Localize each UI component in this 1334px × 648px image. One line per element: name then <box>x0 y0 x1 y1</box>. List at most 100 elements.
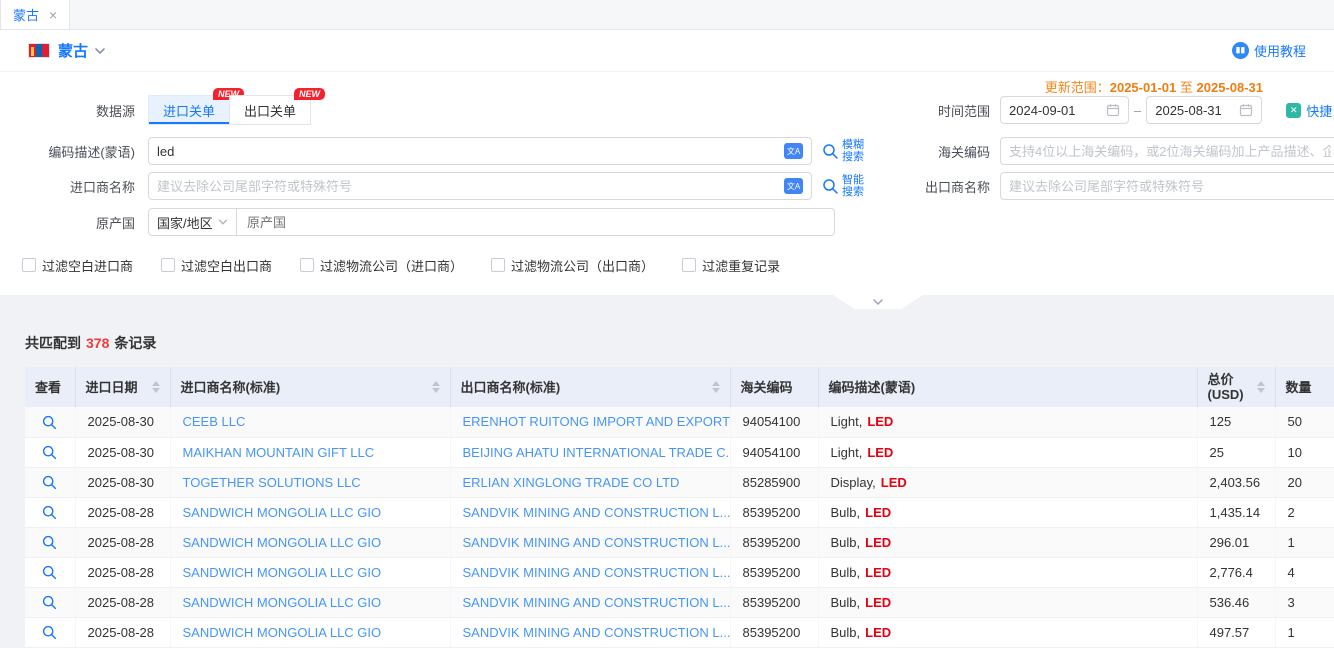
cell-exporter-link[interactable]: SANDVIK MINING AND CONSTRUCTION L... <box>463 565 731 580</box>
checkbox-icon[interactable] <box>491 258 505 272</box>
column-header-2[interactable]: 进口商名称(标准) <box>170 367 450 407</box>
end-date-input[interactable]: 2025-08-31 <box>1146 96 1262 124</box>
view-record-button[interactable] <box>42 505 57 520</box>
table-row: 2025-08-28 SANDWICH MONGOLIA LLC GIO SAN… <box>25 617 1334 647</box>
end-date-value: 2025-08-31 <box>1155 103 1239 118</box>
close-icon[interactable]: × <box>49 8 57 22</box>
column-header-0[interactable]: 查看 <box>25 367 75 407</box>
column-label: 海关编码 <box>741 380 793 395</box>
desc-text: Light, <box>831 414 863 429</box>
table-row: 2025-08-28 SANDWICH MONGOLIA LLC GIO SAN… <box>25 587 1334 617</box>
desc-text: Light, <box>831 445 863 460</box>
cell-qty: 2 <box>1275 497 1334 527</box>
update-range-word: 至 <box>1180 80 1193 95</box>
cell-total: 536.46 <box>1197 587 1275 617</box>
data-source-tab-0[interactable]: 进口关单 NEW <box>148 95 230 125</box>
cell-importer-link[interactable]: SANDWICH MONGOLIA LLC GIO <box>183 505 382 520</box>
cell-qty: 50 <box>1275 407 1334 437</box>
column-header-6[interactable]: 总价 (USD) <box>1197 367 1275 407</box>
view-record-button[interactable] <box>42 415 57 430</box>
desc-text: Bulb, <box>831 535 861 550</box>
desc-text: Bulb, <box>831 595 861 610</box>
checkbox-icon[interactable] <box>22 258 36 272</box>
data-source-tab-label: 进口关单 <box>163 101 215 120</box>
update-range-from: 2025-01-01 <box>1110 80 1177 95</box>
view-record-button[interactable] <box>42 535 57 550</box>
column-header-4[interactable]: 海关编码 <box>730 367 818 407</box>
filter-checkbox-0[interactable]: 过滤空白进口商 <box>22 256 133 275</box>
quick-select-button[interactable]: ✕ 快捷 <box>1286 101 1332 120</box>
cell-description: Bulb,LED <box>818 587 1197 617</box>
data-source-tabs: 进口关单 NEW 出口关单 NEW <box>148 95 311 125</box>
quick-select-label: 快捷 <box>1306 101 1332 120</box>
start-date-input[interactable]: 2024-09-01 <box>1000 96 1129 124</box>
cell-importer-link[interactable]: MAIKHAN MOUNTAIN GIFT LLC <box>183 445 375 460</box>
table-row: 2025-08-28 SANDWICH MONGOLIA LLC GIO SAN… <box>25 497 1334 527</box>
checkbox-label: 过滤空白进口商 <box>42 256 133 275</box>
translate-icon[interactable]: 文A <box>784 178 803 194</box>
table-row: 2025-08-30 MAIKHAN MOUNTAIN GIFT LLC BEI… <box>25 437 1334 467</box>
checkbox-icon[interactable] <box>300 258 314 272</box>
cell-importer-link[interactable]: SANDWICH MONGOLIA LLC GIO <box>183 535 382 550</box>
column-header-7[interactable]: 数量 <box>1275 367 1334 407</box>
filter-checkbox-2[interactable]: 过滤物流公司（进口商） <box>300 256 463 275</box>
data-source-tab-1[interactable]: 出口关单 NEW <box>229 95 311 125</box>
cell-exporter-link[interactable]: BEIJING AHATU INTERNATIONAL TRADE C... <box>463 445 731 460</box>
cell-exporter-link[interactable]: SANDVIK MINING AND CONSTRUCTION L... <box>463 595 731 610</box>
cell-exporter-link[interactable]: ERENHOT RUITONG IMPORT AND EXPORT ... <box>463 414 731 429</box>
checkbox-icon[interactable] <box>161 258 175 272</box>
cell-importer-link[interactable]: TOGETHER SOLUTIONS LLC <box>183 475 361 490</box>
filter-row-code-desc: 编码描述(蒙语) 文A 模糊搜索 海关编码 <box>0 136 1334 166</box>
column-header-1[interactable]: 进口日期 <box>75 367 170 407</box>
column-header-3[interactable]: 出口商名称(标准) <box>450 367 730 407</box>
chevron-down-icon[interactable] <box>94 45 106 57</box>
importer-input[interactable] <box>157 179 784 194</box>
filter-checkbox-4[interactable]: 过滤重复记录 <box>682 256 780 275</box>
exporter-input[interactable] <box>1009 179 1331 194</box>
origin-label: 原产国 <box>0 213 135 232</box>
view-record-button[interactable] <box>42 445 57 460</box>
desc-highlight: LED <box>865 505 891 520</box>
checkbox-label: 过滤重复记录 <box>702 256 780 275</box>
country-selector[interactable]: 蒙古 <box>58 40 88 61</box>
origin-group: 国家/地区 <box>148 208 835 236</box>
sort-carets-icon[interactable] <box>152 381 160 393</box>
checkbox-icon[interactable] <box>682 258 696 272</box>
cell-exporter-link[interactable]: SANDVIK MINING AND CONSTRUCTION L... <box>463 625 731 640</box>
desc-highlight: LED <box>867 414 893 429</box>
column-header-5[interactable]: 编码描述(蒙语) <box>818 367 1197 407</box>
cell-exporter-link[interactable]: ERLIAN XINGLONG TRADE CO LTD <box>463 475 680 490</box>
view-record-button[interactable] <box>42 565 57 580</box>
desc-text: Display, <box>831 475 876 490</box>
translate-icon[interactable]: 文A <box>784 143 803 159</box>
cell-importer-link[interactable]: SANDWICH MONGOLIA LLC GIO <box>183 565 382 580</box>
tutorial-link[interactable]: 使用教程 <box>1232 41 1306 60</box>
origin-type-select[interactable]: 国家/地区 <box>148 208 237 236</box>
cell-importer-link[interactable]: SANDWICH MONGOLIA LLC GIO <box>183 595 382 610</box>
view-record-button[interactable] <box>42 625 57 640</box>
cell-importer-link[interactable]: SANDWICH MONGOLIA LLC GIO <box>183 625 382 640</box>
origin-input-wrap <box>237 208 835 236</box>
filter-checkbox-3[interactable]: 过滤物流公司（出口商） <box>491 256 654 275</box>
view-record-button[interactable] <box>42 475 57 490</box>
origin-input[interactable] <box>247 215 824 230</box>
data-source-tab-label: 出口关单 <box>244 101 296 120</box>
cell-qty: 3 <box>1275 587 1334 617</box>
document-tab-mongolia[interactable]: 蒙古 × <box>0 0 70 29</box>
view-record-button[interactable] <box>42 595 57 610</box>
magnifier-icon <box>42 445 57 460</box>
cell-import-date: 2025-08-28 <box>75 617 170 647</box>
importer-label: 进口商名称 <box>0 177 135 196</box>
code-desc-input[interactable] <box>157 144 784 159</box>
cell-exporter-link[interactable]: SANDVIK MINING AND CONSTRUCTION L... <box>463 505 731 520</box>
hs-code-input[interactable] <box>1009 144 1331 159</box>
filter-checkbox-1[interactable]: 过滤空白出口商 <box>161 256 272 275</box>
cell-exporter-link[interactable]: SANDVIK MINING AND CONSTRUCTION L... <box>463 535 731 550</box>
sort-carets-icon[interactable] <box>432 381 440 393</box>
sort-carets-icon[interactable] <box>712 381 720 393</box>
cell-importer-link[interactable]: CEEB LLC <box>183 414 246 429</box>
result-summary: 共匹配到 378 条记录 <box>25 333 1334 353</box>
search-icon <box>822 178 839 195</box>
mongolia-flag-icon <box>28 43 50 58</box>
sort-carets-icon[interactable] <box>1257 381 1265 393</box>
